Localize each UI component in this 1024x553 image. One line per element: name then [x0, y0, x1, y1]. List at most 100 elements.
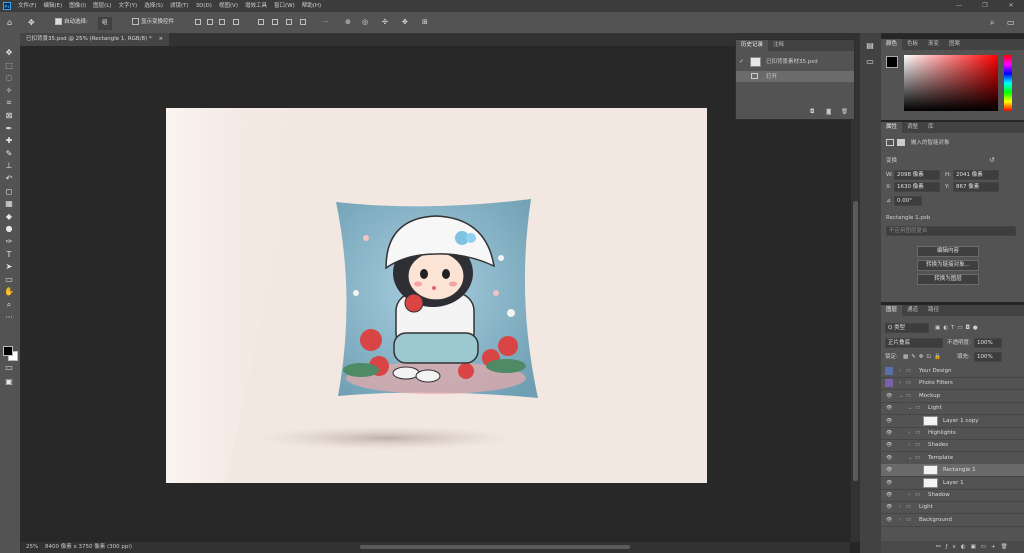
group-toggle-icon[interactable]: › [899, 377, 901, 389]
convert-to-layers-button[interactable]: 转换为图层 [917, 274, 979, 285]
layer-row[interactable]: 👁 › ▭ Light [881, 501, 1024, 515]
visibility-eye-icon[interactable]: 👁 [886, 390, 892, 402]
document-tab[interactable]: 已扣背景35.psd @ 25% (Rectangle 1, RGB/8) * … [20, 33, 170, 46]
camera-icon[interactable]: ◙ [826, 108, 831, 116]
tab-close-icon[interactable]: × [158, 36, 163, 42]
group-toggle-icon[interactable]: › [899, 514, 901, 526]
menu-item[interactable]: 文字(Y) [119, 0, 138, 12]
tab-paths[interactable]: 路径 [923, 305, 944, 316]
more-tools-icon[interactable]: ··· [4, 313, 14, 323]
tab-swatches[interactable]: 色板 [902, 39, 923, 50]
tab-layers[interactable]: 图层 [881, 305, 903, 316]
workspace-icon[interactable]: ▭ [1007, 17, 1015, 28]
foreground-color-swatch[interactable] [886, 56, 898, 68]
layer-row[interactable]: 👁 ⌄ ▭ Light [881, 402, 1024, 416]
menu-item[interactable]: 窗口(W) [274, 0, 295, 12]
history-step[interactable]: 打开 [736, 71, 854, 82]
minimize-icon[interactable]: — [946, 0, 972, 12]
quick-select-tool-icon[interactable]: ✧ [4, 86, 14, 96]
healing-brush-icon[interactable]: ✚ [4, 136, 14, 146]
distribute-center-icon[interactable] [272, 19, 278, 25]
tab-properties[interactable]: 属性 [881, 122, 903, 133]
layer-row[interactable]: 👁 Layer 1 [881, 477, 1024, 490]
vertical-scrollbar[interactable] [851, 46, 860, 542]
hue-slider[interactable] [1004, 55, 1012, 111]
horizontal-scrollbar[interactable] [150, 542, 850, 553]
tab-adjustments[interactable]: 调整 [902, 122, 923, 133]
zoom-tool-icon[interactable]: ⌕ [4, 300, 14, 310]
group-toggle-icon[interactable]: ⌄ [908, 402, 913, 414]
visibility-eye-icon[interactable]: 👁 [886, 464, 892, 476]
group-toggle-icon[interactable]: ⌄ [908, 452, 913, 464]
move-tool-icon[interactable]: ✥ [28, 17, 35, 28]
visibility-eye-icon[interactable]: 👁 [886, 501, 892, 513]
align-top-icon[interactable] [233, 19, 239, 25]
visibility-eye-icon[interactable]: 👁 [886, 489, 892, 501]
visibility-eye-icon[interactable]: 👁 [886, 439, 892, 451]
color-picker-field[interactable] [904, 55, 998, 111]
search-icon[interactable]: ⌕ [990, 17, 994, 28]
tab-libraries[interactable]: 库 [923, 122, 939, 133]
layer-actions-icons[interactable]: ⚯ƒx◐▣▭+🗑 [936, 543, 1013, 551]
menu-item[interactable]: 图像(I) [69, 0, 86, 12]
layer-filter-icons[interactable]: ▣◐T▭◘● [935, 324, 981, 332]
visibility-eye-icon[interactable]: 👁 [886, 402, 892, 414]
align-left-icon[interactable] [195, 19, 201, 25]
x-field[interactable]: 1630 像素 [894, 182, 940, 192]
3d-mode-icon[interactable]: ⊚ [345, 17, 351, 28]
distribute-left-icon[interactable] [258, 19, 264, 25]
angle-field[interactable]: 0.00° [894, 196, 922, 206]
y-field[interactable]: 867 像素 [953, 182, 999, 192]
layer-comp-select[interactable]: 不应用图层复合 [886, 226, 1016, 236]
visibility-eye-icon[interactable]: 👁 [886, 427, 892, 439]
layer-filter-select[interactable]: Q 类型 [885, 323, 929, 333]
layer-row[interactable]: › ▭ Your Design [881, 365, 1024, 378]
3d-roll-icon[interactable]: ✣ [382, 17, 388, 28]
menu-item[interactable]: 文件(F) [18, 0, 36, 12]
gradient-tool-icon[interactable]: ▦ [4, 199, 14, 209]
clone-stamp-icon[interactable]: ⊥ [4, 161, 14, 171]
tab-history[interactable]: 历史记录 [736, 40, 769, 51]
layer-row[interactable]: 👁 › ▭ Shades [881, 439, 1024, 453]
menu-item[interactable]: 编辑(E) [43, 0, 62, 12]
group-toggle-icon[interactable]: › [899, 501, 901, 513]
foreground-color-icon[interactable] [3, 346, 13, 356]
brush-tool-icon[interactable]: ✎ [4, 149, 14, 159]
align-center-icon[interactable] [207, 19, 213, 25]
restore-icon[interactable]: ❐ [972, 0, 998, 12]
layer-row[interactable]: 👁 › ▭ Background [881, 514, 1024, 527]
visibility-eye-icon[interactable]: 👁 [886, 514, 892, 526]
crop-tool-icon[interactable]: ⌗ [4, 98, 14, 108]
pen-tool-icon[interactable]: ✑ [4, 237, 14, 247]
path-select-icon[interactable]: ➤ [4, 262, 14, 272]
show-transform-checkbox[interactable]: 显示变换控件 [132, 17, 174, 28]
tab-notes[interactable]: 注释 [768, 40, 789, 51]
group-toggle-icon[interactable]: › [899, 365, 901, 377]
layer-row[interactable]: 👁 ⌄ ▭ Template [881, 452, 1024, 465]
menu-item[interactable]: 视图(V) [219, 0, 238, 12]
trash-icon[interactable]: 🗑 [841, 108, 848, 116]
menu-item[interactable]: 滤镜(T) [170, 0, 189, 12]
menu-item[interactable]: 增效工具 [245, 0, 267, 12]
auto-select-checkbox[interactable]: 自动选择: [55, 17, 88, 28]
edit-contents-button[interactable]: 编辑内容 [917, 246, 979, 257]
layer-row[interactable]: 👁 › ▭ Highlights [881, 427, 1024, 440]
close-icon[interactable]: ✕ [998, 0, 1024, 12]
fill-field[interactable]: 100% [974, 352, 1002, 362]
screen-mode-icon[interactable]: ▣ [4, 377, 14, 387]
frame-tool-icon[interactable]: ⊠ [4, 111, 14, 121]
auto-select-dropdown[interactable]: 组 [98, 17, 112, 30]
history-brush-icon[interactable]: ↶ [4, 174, 14, 184]
eraser-tool-icon[interactable]: ◻ [4, 187, 14, 197]
layer-row[interactable]: 👁 ⌄ ▭ Mockup [881, 390, 1024, 403]
menu-item[interactable]: 图层(L) [93, 0, 111, 12]
eyedropper-tool-icon[interactable]: ✒ [4, 124, 14, 134]
tab-gradients[interactable]: 渐变 [923, 39, 944, 50]
shape-tool-icon[interactable]: ▭ [4, 275, 14, 285]
quick-mask-icon[interactable]: ▭ [4, 363, 14, 373]
distribute-bottom-icon[interactable] [300, 19, 306, 25]
move-tool-icon[interactable]: ✥ [4, 48, 14, 58]
convert-to-linked-button[interactable]: 转换为链接对象... [917, 260, 979, 271]
layer-row[interactable]: 👁 Layer 1 copy [881, 415, 1024, 428]
visibility-eye-icon[interactable]: 👁 [886, 477, 892, 489]
